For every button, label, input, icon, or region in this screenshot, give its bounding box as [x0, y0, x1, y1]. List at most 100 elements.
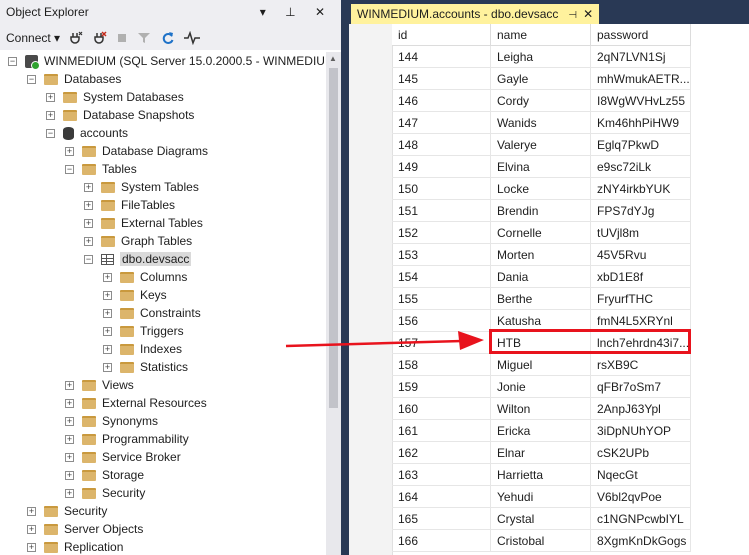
- table-row[interactable]: 150 Locke zNY4irkbYUK: [392, 178, 749, 200]
- table-row[interactable]: 159 Jonie qFBr7oSm7: [392, 376, 749, 398]
- cell-password[interactable]: e9sc72iLk: [591, 156, 691, 178]
- tree-node[interactable]: + Indexes: [103, 340, 182, 358]
- cell-name[interactable]: Crystal: [491, 508, 591, 530]
- tree-node[interactable]: + Database Diagrams: [65, 142, 208, 160]
- expand-icon[interactable]: +: [103, 327, 112, 337]
- cell-id[interactable]: 156: [392, 310, 491, 332]
- cell-password[interactable]: I8WgWVHvLz55: [591, 90, 691, 112]
- column-header-id[interactable]: id: [392, 24, 491, 46]
- collapse-icon[interactable]: −: [65, 165, 74, 175]
- cell-password[interactable]: NqecGt: [591, 464, 691, 486]
- tree-node[interactable]: + Keys: [103, 286, 167, 304]
- connect-plug-icon[interactable]: [69, 31, 83, 48]
- expand-icon[interactable]: +: [27, 507, 36, 517]
- tree-node[interactable]: + Storage: [65, 466, 144, 484]
- cell-password[interactable]: 3iDpNUhYOP: [591, 420, 691, 442]
- panel-splitter[interactable]: [341, 0, 349, 555]
- tree-node[interactable]: − WINMEDIUM (SQL Server 15.0.2000.5 - WIN…: [8, 52, 338, 71]
- cell-id[interactable]: 155: [392, 288, 491, 310]
- expand-icon[interactable]: +: [65, 147, 74, 157]
- table-row[interactable]: 146 Cordy I8WgWVHvLz55: [392, 90, 749, 112]
- expand-icon[interactable]: +: [103, 291, 112, 301]
- cell-name[interactable]: Elnar: [491, 442, 591, 464]
- cell-password[interactable]: c1NGNPcwbIYL: [591, 508, 691, 530]
- table-row[interactable]: 151 Brendin FPS7dYJg: [392, 200, 749, 222]
- cell-name[interactable]: Elvina: [491, 156, 591, 178]
- cell-id[interactable]: 144: [392, 46, 491, 68]
- cell-id[interactable]: 152: [392, 222, 491, 244]
- tree-node[interactable]: + Graph Tables: [84, 232, 192, 250]
- cell-name[interactable]: Harrietta: [491, 464, 591, 486]
- scrollbar-thumb[interactable]: [329, 68, 338, 408]
- expand-icon[interactable]: +: [103, 309, 112, 319]
- cell-id[interactable]: 157: [392, 332, 491, 354]
- table-row[interactable]: 153 Morten 45V5Rvu: [392, 244, 749, 266]
- cell-id[interactable]: 163: [392, 464, 491, 486]
- cell-password[interactable]: FryurfTHC: [591, 288, 691, 310]
- cell-id[interactable]: 166: [392, 530, 491, 552]
- expand-icon[interactable]: +: [65, 435, 74, 445]
- refresh-icon[interactable]: [161, 31, 175, 48]
- cell-id[interactable]: 153: [392, 244, 491, 266]
- table-row[interactable]: 147 Wanids Km46hhPiHW9: [392, 112, 749, 134]
- expand-icon[interactable]: +: [84, 183, 93, 193]
- expand-icon[interactable]: +: [46, 93, 55, 103]
- tree-node[interactable]: + Synonyms: [65, 412, 158, 430]
- table-row[interactable]: 149 Elvina e9sc72iLk: [392, 156, 749, 178]
- cell-name[interactable]: Morten: [491, 244, 591, 266]
- table-row[interactable]: 160 Wilton 2AnpJ63Ypl: [392, 398, 749, 420]
- collapse-icon[interactable]: −: [46, 129, 55, 139]
- tree-node[interactable]: + Database Snapshots: [46, 106, 194, 124]
- cell-password[interactable]: FPS7dYJg: [591, 200, 691, 222]
- row-selector-gutter[interactable]: [349, 24, 393, 555]
- cell-password[interactable]: qFBr7oSm7: [591, 376, 691, 398]
- table-row[interactable]: 165 Crystal c1NGNPcwbIYL: [392, 508, 749, 530]
- expand-icon[interactable]: +: [103, 363, 112, 373]
- cell-name[interactable]: Dania: [491, 266, 591, 288]
- cell-name[interactable]: Leigha: [491, 46, 591, 68]
- tree-node[interactable]: + External Resources: [65, 394, 207, 412]
- table-row[interactable]: 155 Berthe FryurfTHC: [392, 288, 749, 310]
- tab-devsacc[interactable]: WINMEDIUM.accounts - dbo.devsacc ⊣ ✕: [351, 4, 600, 24]
- cell-name[interactable]: Brendin: [491, 200, 591, 222]
- cell-id[interactable]: 147: [392, 112, 491, 134]
- stop-icon[interactable]: [116, 31, 128, 48]
- column-header-name[interactable]: name: [491, 24, 591, 46]
- collapse-icon[interactable]: −: [8, 57, 17, 67]
- tree-node[interactable]: + Views: [65, 376, 134, 394]
- tree-node[interactable]: − Databases: [27, 70, 121, 88]
- tree-node[interactable]: + Replication: [27, 538, 123, 555]
- filter-icon[interactable]: [137, 31, 151, 48]
- cell-name[interactable]: Valerye: [491, 134, 591, 156]
- collapse-icon[interactable]: −: [84, 255, 93, 265]
- cell-id[interactable]: 164: [392, 486, 491, 508]
- cell-password[interactable]: rsXB9C: [591, 354, 691, 376]
- cell-name[interactable]: Jonie: [491, 376, 591, 398]
- table-row[interactable]: 162 Elnar cSK2UPb: [392, 442, 749, 464]
- cell-id[interactable]: 161: [392, 420, 491, 442]
- expand-icon[interactable]: +: [84, 201, 93, 211]
- cell-password[interactable]: cSK2UPb: [591, 442, 691, 464]
- expand-icon[interactable]: +: [103, 273, 112, 283]
- cell-name[interactable]: Wanids: [491, 112, 591, 134]
- tree-node[interactable]: + Server Objects: [27, 520, 143, 538]
- expand-icon[interactable]: +: [65, 453, 74, 463]
- tree-node[interactable]: + Security: [65, 484, 145, 502]
- panel-window-controls[interactable]: ▾ ⊥ ✕: [260, 5, 333, 19]
- table-row[interactable]: 166 Cristobal 8XgmKnDkGogs: [392, 530, 749, 552]
- table-row[interactable]: 154 Dania xbD1E8f: [392, 266, 749, 288]
- cell-password[interactable]: 45V5Rvu: [591, 244, 691, 266]
- expand-icon[interactable]: +: [65, 471, 74, 481]
- close-icon[interactable]: ✕: [583, 7, 593, 21]
- cell-password[interactable]: Eglq7PkwD: [591, 134, 691, 156]
- cell-password[interactable]: 8XgmKnDkGogs: [591, 530, 691, 552]
- tree-node[interactable]: + Constraints: [103, 304, 201, 322]
- cell-password[interactable]: V6bl2qvPoe: [591, 486, 691, 508]
- cell-password[interactable]: tUVjl8m: [591, 222, 691, 244]
- table-row[interactable]: 148 Valerye Eglq7PkwD: [392, 134, 749, 156]
- cell-name[interactable]: Locke: [491, 178, 591, 200]
- cell-name[interactable]: Wilton: [491, 398, 591, 420]
- pin-icon[interactable]: ⊣: [568, 10, 577, 21]
- expand-icon[interactable]: +: [27, 543, 36, 553]
- cell-name[interactable]: Berthe: [491, 288, 591, 310]
